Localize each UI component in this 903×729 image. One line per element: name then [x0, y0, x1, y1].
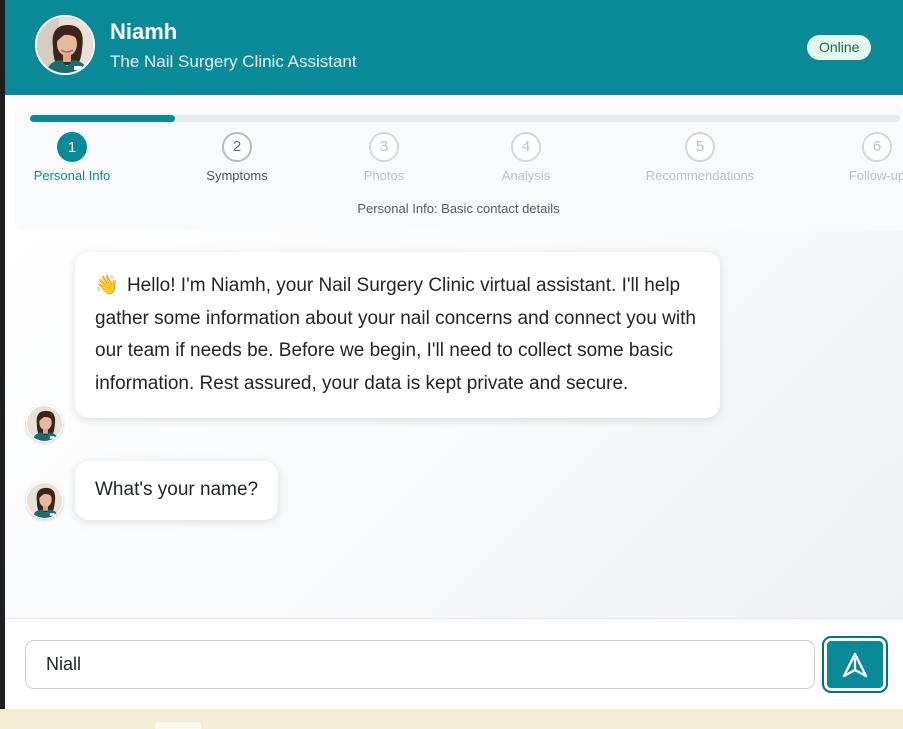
- step-label: Follow-up: [848, 168, 903, 183]
- assistant-message: 👋 Hello! I'm Niamh, your Nail Surgery Cl…: [75, 252, 720, 418]
- step-number: 5: [685, 132, 715, 162]
- step-number: 6: [862, 132, 892, 162]
- assistant-avatar: [26, 405, 63, 442]
- chat-widget: Niamh The Nail Surgery Clinic Assistant …: [5, 0, 903, 709]
- progress-fill: [30, 115, 176, 122]
- host-page-tab: [155, 722, 201, 729]
- step-analysis: 4 Analysis: [471, 132, 581, 183]
- status-badge: Online: [807, 35, 872, 60]
- step-label: Recommendations: [645, 168, 755, 183]
- message-input[interactable]: [25, 640, 815, 689]
- step-personal-info: 1 Personal Info: [17, 132, 127, 183]
- progress-panel: 1 Personal Info 2 Symptoms 3 Photos 4 An…: [14, 103, 903, 230]
- assistant-avatar: [35, 15, 95, 75]
- step-photos: 3 Photos: [329, 132, 439, 183]
- step-caption: Personal Info: Basic contact details: [357, 201, 560, 216]
- message-text: What's your name?: [95, 479, 259, 500]
- progress-bar: [30, 115, 900, 122]
- composer: [5, 618, 903, 709]
- chat-header: Niamh The Nail Surgery Clinic Assistant …: [5, 0, 903, 95]
- step-follow-up: 6 Follow-up: [822, 132, 903, 183]
- step-number: 4: [511, 132, 541, 162]
- step-number: 2: [222, 132, 252, 162]
- waving-hand-icon: 👋: [95, 274, 119, 296]
- message-list: 👋 Hello! I'm Niamh, your Nail Surgery Cl…: [5, 230, 903, 618]
- assistant-message: What's your name?: [75, 461, 279, 520]
- step-number: 3: [369, 132, 399, 162]
- host-page-strip: [0, 709, 903, 729]
- step-label: Symptoms: [206, 168, 268, 183]
- message-text: Hello! I'm Niamh, your Nail Surgery Clin…: [95, 275, 696, 394]
- assistant-avatar: [26, 482, 63, 519]
- step-recommendations: 5 Recommendations: [645, 132, 755, 183]
- step-symptoms: 2 Symptoms: [182, 132, 292, 183]
- step-label: Analysis: [501, 168, 551, 183]
- step-label: Photos: [363, 168, 405, 183]
- step-number: 1: [57, 132, 87, 162]
- send-arrow-icon: [842, 652, 868, 677]
- assistant-subtitle: The Nail Surgery Clinic Assistant: [110, 52, 357, 71]
- send-button[interactable]: [822, 636, 888, 693]
- assistant-name: Niamh: [110, 19, 178, 44]
- step-label: Personal Info: [33, 168, 111, 183]
